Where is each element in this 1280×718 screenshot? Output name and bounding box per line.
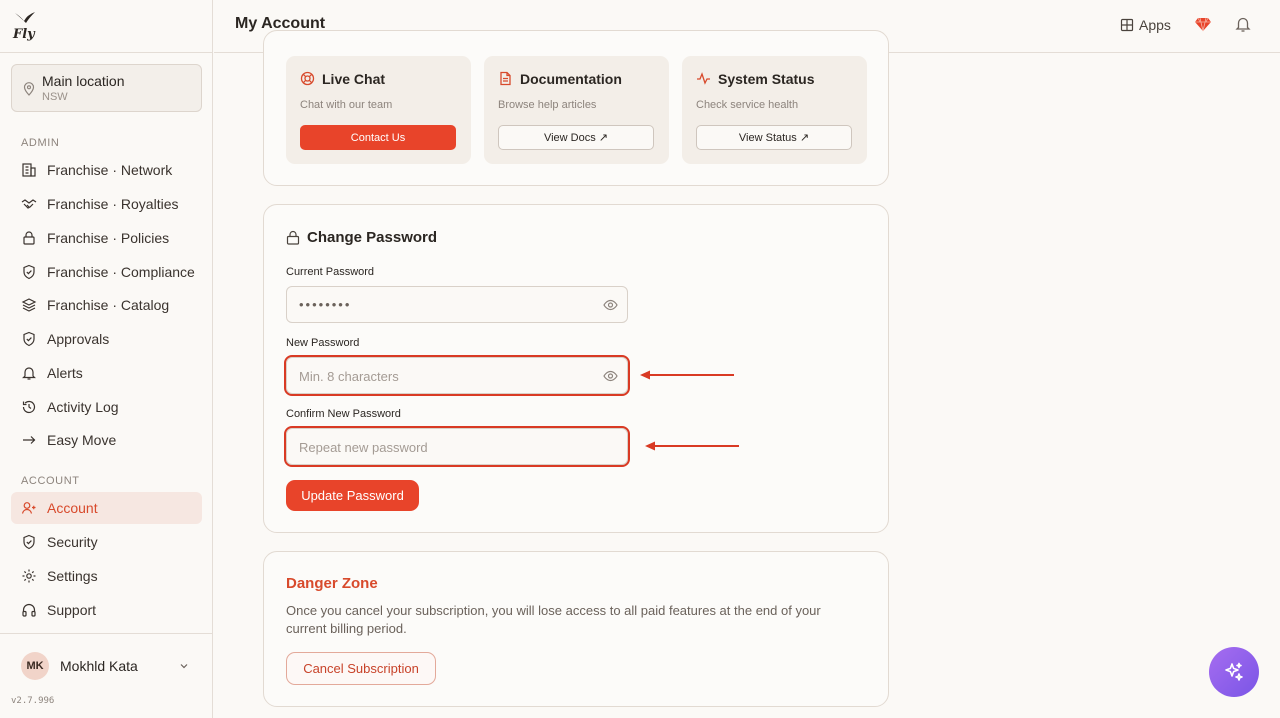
sidebar-item-alerts[interactable]: Alerts [11, 357, 202, 389]
app-version: v2.7.996 [11, 696, 55, 706]
annotation-arrow [640, 370, 734, 380]
shield-icon [23, 534, 35, 550]
sidebar-item-label: Easy Move [47, 432, 117, 448]
system-status-card: System Status Check service health View … [682, 56, 867, 164]
user-icon [21, 502, 36, 514]
layers-icon [21, 298, 37, 312]
documentation-subtitle: Browse help articles [498, 99, 597, 111]
view-status-button[interactable]: View Status ↗ [696, 125, 852, 150]
eye-icon[interactable] [603, 299, 618, 311]
sidebar-item-franchise-compliance[interactable]: Franchise · Compliance [11, 256, 202, 288]
divider [0, 633, 213, 634]
update-password-button[interactable]: Update Password [286, 480, 419, 511]
sidebar-item-franchise-policies[interactable]: Franchise · Policies [11, 222, 202, 254]
handshake-icon [21, 199, 37, 209]
sidebar-item-settings[interactable]: Settings [11, 560, 202, 592]
history-icon [22, 400, 36, 414]
sidebar-item-label: Franchise · Network [47, 162, 173, 178]
sidebar-item-label: Security [47, 534, 98, 550]
current-password-label: Current Password [286, 266, 375, 278]
new-password-field[interactable]: Min. 8 characters [284, 355, 630, 396]
sparkles-icon [1225, 662, 1243, 681]
grid-icon [1120, 18, 1134, 32]
headphones-icon [22, 603, 36, 617]
sidebar: Fly Main location NSW ADMIN Franchise · … [0, 0, 213, 718]
live-chat-title: Live Chat [322, 71, 386, 87]
bell-icon[interactable] [1234, 15, 1252, 33]
sidebar-item-franchise-royalties[interactable]: Franchise · Royalties [11, 188, 202, 220]
sidebar-item-account[interactable]: Account [11, 492, 202, 524]
ai-assistant-button[interactable] [1209, 647, 1259, 697]
eye-icon[interactable] [603, 370, 618, 382]
sidebar-item-label: Activity Log [47, 399, 119, 415]
change-password-title: Change Password [307, 229, 438, 246]
admin-section-label: ADMIN [21, 137, 60, 149]
chevron-down-icon[interactable] [178, 660, 190, 672]
arrow-right-icon [23, 436, 36, 444]
contact-us-button[interactable]: Contact Us [300, 125, 456, 150]
system-status-subtitle: Check service health [696, 99, 799, 111]
sidebar-item-label: Alerts [47, 365, 83, 381]
location-title: Main location [42, 73, 125, 89]
new-password-placeholder: Min. 8 characters [299, 369, 399, 384]
shield-check-icon [23, 331, 35, 347]
live-chat-subtitle: Chat with our team [300, 99, 393, 111]
shield-icon [23, 264, 35, 280]
sidebar-item-franchise-catalog[interactable]: Franchise · Catalog [11, 289, 202, 321]
view-docs-button[interactable]: View Docs ↗ [498, 125, 654, 150]
documentation-title: Documentation [520, 71, 622, 87]
confirm-password-field[interactable]: Repeat new password [284, 426, 630, 467]
svg-text:Fly: Fly [12, 27, 36, 41]
lock-icon [23, 231, 35, 245]
danger-zone-card: Danger Zone Once you cancel your subscri… [263, 551, 889, 707]
sidebar-item-activity-log[interactable]: Activity Log [11, 391, 202, 423]
activity-icon [697, 72, 710, 85]
sidebar-item-label: Approvals [47, 331, 110, 347]
lifebuoy-icon [300, 71, 315, 86]
location-subtitle: NSW [42, 91, 68, 103]
current-password-value: •••••••• [299, 297, 352, 312]
fly-logo[interactable]: Fly [12, 9, 38, 41]
sidebar-item-franchise-network[interactable]: Franchise · Network [11, 154, 202, 186]
sidebar-item-label: Franchise · Policies [47, 230, 170, 246]
documentation-card: Documentation Browse help articles View … [484, 56, 669, 164]
cancel-subscription-button[interactable]: Cancel Subscription [286, 652, 436, 685]
sidebar-item-label: Account [47, 500, 98, 516]
sidebar-item-label: Franchise · Catalog [47, 297, 170, 313]
building-icon [22, 163, 36, 177]
sidebar-item-label: Settings [47, 568, 98, 584]
divider [0, 52, 213, 53]
lock-icon [286, 230, 300, 245]
sidebar-item-label: Support [47, 602, 97, 618]
gem-icon[interactable] [1194, 15, 1212, 33]
account-section-label: ACCOUNT [21, 475, 80, 487]
new-password-label: New Password [286, 337, 360, 349]
map-pin-icon [23, 82, 35, 96]
sidebar-item-label: Franchise · Royalties [47, 196, 179, 212]
gear-icon [22, 569, 36, 583]
confirm-password-label: Confirm New Password [286, 408, 401, 420]
danger-zone-text: Once you cancel your subscription, you w… [286, 603, 821, 636]
current-password-field[interactable]: •••••••• [286, 286, 628, 323]
avatar[interactable]: MK [21, 652, 49, 680]
sidebar-item-approvals[interactable]: Approvals [11, 323, 202, 355]
bell-icon [22, 367, 36, 380]
apps-label: Apps [1139, 17, 1171, 33]
apps-button[interactable]: Apps [1120, 14, 1171, 36]
danger-zone-title: Danger Zone [286, 575, 378, 592]
document-icon [500, 71, 511, 86]
annotation-arrow [645, 441, 739, 451]
support-card: Live Chat Chat with our team Contact Us … [263, 30, 889, 186]
sidebar-item-support[interactable]: Support [11, 594, 202, 626]
live-chat-card: Live Chat Chat with our team Contact Us [286, 56, 471, 164]
location-selector[interactable]: Main location NSW [11, 64, 202, 112]
sidebar-item-easy-move[interactable]: Easy Move [11, 424, 202, 456]
confirm-password-placeholder: Repeat new password [299, 440, 428, 455]
system-status-title: System Status [718, 71, 815, 87]
change-password-card: Change Password Current Password •••••••… [263, 204, 889, 533]
sidebar-item-label: Franchise · Compliance [47, 264, 195, 280]
sidebar-item-security[interactable]: Security [11, 526, 202, 558]
user-name[interactable]: Mokhld Kata [60, 658, 138, 674]
